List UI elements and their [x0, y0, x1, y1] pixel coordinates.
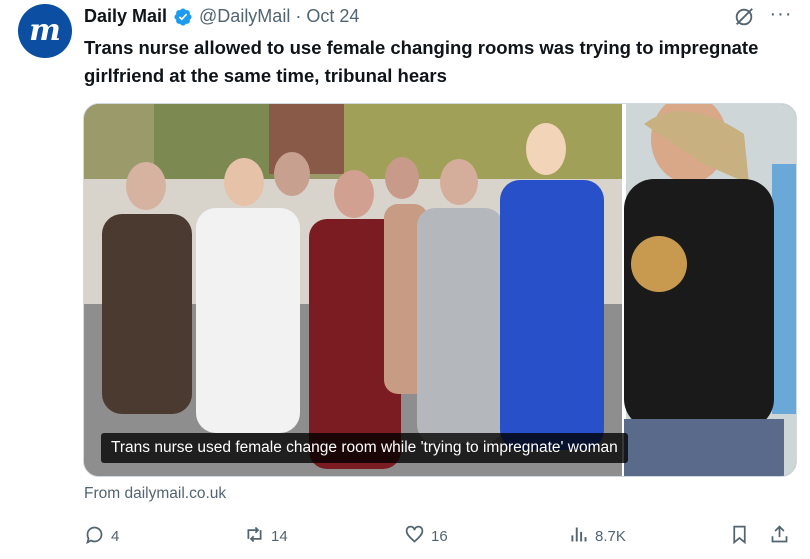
repost-button[interactable]: 14 — [244, 520, 288, 552]
repost-icon — [244, 524, 265, 549]
avatar[interactable]: m — [18, 4, 72, 58]
bookmark-icon — [729, 524, 750, 549]
reply-icon — [84, 524, 105, 549]
author-name[interactable]: Daily Mail — [84, 6, 167, 27]
grok-icon[interactable] — [733, 6, 755, 28]
link-card[interactable]: Trans nurse used female change room whil… — [83, 103, 797, 477]
reply-button[interactable]: 4 — [84, 520, 119, 552]
article-photo — [84, 104, 796, 476]
views-icon — [568, 524, 589, 549]
like-button[interactable]: 16 — [404, 520, 448, 552]
bookmark-button[interactable] — [729, 520, 750, 552]
post-date[interactable]: Oct 24 — [306, 6, 359, 27]
post-text: Trans nurse allowed to use female changi… — [84, 37, 759, 86]
view-count: 8.7K — [595, 527, 626, 545]
reply-count: 4 — [111, 527, 120, 545]
views-button[interactable]: 8.7K — [568, 520, 626, 552]
action-bar: 4 14 16 8.7K — [84, 520, 796, 552]
like-count: 16 — [431, 527, 448, 545]
heart-icon — [404, 524, 425, 549]
verified-badge-icon — [173, 7, 193, 27]
daily-mail-logo: m — [29, 13, 61, 48]
repost-count: 14 — [271, 527, 288, 545]
more-icon[interactable]: ··· — [766, 0, 796, 28]
card-caption: Trans nurse used female change room whil… — [101, 433, 628, 463]
share-button[interactable] — [769, 520, 790, 552]
post-header: Daily Mail @DailyMail · Oct 24 — [84, 6, 359, 27]
separator-dot: · — [295, 6, 302, 26]
share-icon — [769, 524, 790, 549]
author-handle[interactable]: @DailyMail — [199, 6, 290, 27]
card-source[interactable]: From dailymail.co.uk — [84, 485, 226, 503]
